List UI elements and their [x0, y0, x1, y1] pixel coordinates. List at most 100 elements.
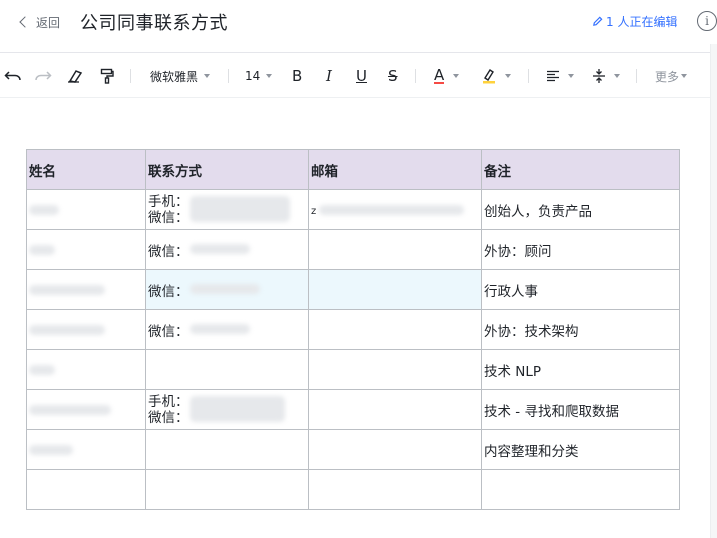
back-label: 返回	[36, 15, 61, 30]
undo-button[interactable]	[4, 53, 22, 99]
eraser-icon	[68, 70, 83, 83]
table-row: 手机： 微信： z 创始人，负责产品	[26, 189, 680, 230]
more-label: 更多	[655, 69, 680, 84]
chevron-down-icon	[681, 74, 688, 78]
header-name[interactable]: 姓名	[26, 149, 146, 190]
chevron-down-icon	[505, 74, 511, 78]
email-cell[interactable]	[308, 429, 482, 470]
toolbar-divider	[636, 69, 637, 83]
redacted-text	[29, 244, 55, 255]
contact-label: 微信：	[148, 283, 189, 300]
name-cell[interactable]	[26, 309, 146, 350]
name-cell[interactable]	[26, 349, 146, 390]
redacted-text	[29, 324, 105, 335]
font-size-value: 14	[245, 69, 261, 83]
toolbar-divider	[130, 69, 131, 83]
redo-button[interactable]	[34, 53, 52, 99]
name-cell[interactable]	[26, 469, 146, 510]
bold-label: B	[292, 67, 303, 85]
more-button[interactable]: 更多	[655, 53, 688, 99]
italic-label: I	[326, 67, 332, 85]
contact-cell[interactable]	[145, 349, 309, 390]
back-button[interactable]: 返回	[18, 12, 60, 32]
scrollbar[interactable]	[710, 44, 717, 538]
name-cell[interactable]	[26, 229, 146, 270]
font-family-value: 微软雅黑	[150, 69, 199, 84]
font-color-label: A	[434, 66, 445, 84]
font-family-select[interactable]: 微软雅黑	[150, 53, 211, 99]
chevron-down-icon	[568, 74, 574, 78]
contact-cell[interactable]: 微信：	[145, 229, 309, 270]
highlight-color-button[interactable]	[482, 53, 511, 99]
redacted-text	[29, 444, 73, 455]
header-email[interactable]: 邮箱	[308, 149, 482, 190]
font-color-button[interactable]: A	[434, 53, 460, 99]
document-title[interactable]: 公司同事联系方式	[80, 9, 228, 35]
toolbar-divider	[528, 69, 529, 83]
note-cell[interactable]: 创始人，负责产品	[481, 189, 680, 230]
email-cell[interactable]: z	[308, 189, 482, 230]
contacts-table: 姓名 联系方式 邮箱 备注 手机： 微信： z 创始人，负责产品 微信： 外协：…	[26, 149, 680, 510]
underline-button[interactable]: U	[356, 53, 367, 99]
contact-cell-selected[interactable]: 微信：	[145, 269, 309, 310]
email-cell[interactable]	[308, 389, 482, 430]
name-cell[interactable]	[26, 189, 146, 230]
format-painter-button[interactable]	[100, 53, 114, 99]
font-size-select[interactable]: 14	[245, 53, 273, 99]
header-contact[interactable]: 联系方式	[145, 149, 309, 190]
editing-status-text: 1 人正在编辑	[606, 15, 678, 29]
chevron-down-icon	[204, 74, 211, 78]
note-cell[interactable]: 技术 - 寻找和爬取数据	[481, 389, 680, 430]
contact-cell[interactable]	[145, 469, 309, 510]
align-icon	[547, 70, 559, 82]
table-row: 微信： 外协：技术架构	[26, 309, 680, 350]
table-row: 微信： 外协：顾问	[26, 229, 680, 270]
bold-button[interactable]: B	[292, 53, 302, 99]
line-spacing-button[interactable]	[592, 53, 620, 99]
email-cell[interactable]	[308, 309, 482, 350]
contact-cell[interactable]: 手机： 微信：	[145, 189, 309, 230]
underline-label: U	[356, 67, 367, 85]
email-cell[interactable]	[308, 469, 482, 510]
format-painter-icon	[100, 68, 114, 84]
redacted-text	[29, 364, 55, 375]
strikethrough-button[interactable]: S	[388, 53, 398, 99]
contact-label: 微信：	[148, 243, 189, 260]
name-cell[interactable]	[26, 389, 146, 430]
note-cell[interactable]: 内容整理和分类	[481, 429, 680, 470]
italic-button[interactable]: I	[326, 53, 332, 99]
redo-icon	[35, 71, 52, 81]
table-row: 微信： 行政人事	[26, 269, 680, 310]
note-cell[interactable]: 技术 NLP	[481, 349, 680, 390]
table-header-row: 姓名 联系方式 邮箱 备注	[26, 149, 680, 190]
chevron-down-icon	[453, 74, 460, 78]
redacted-text	[190, 324, 250, 334]
contact-cell[interactable]: 手机： 微信：	[145, 389, 309, 430]
redacted-text	[29, 404, 111, 415]
highlighter-icon	[483, 69, 495, 84]
header-note[interactable]: 备注	[481, 149, 680, 190]
editing-status[interactable]: 1 人正在编辑	[592, 13, 677, 30]
redacted-text	[29, 204, 59, 215]
align-button[interactable]	[546, 53, 574, 99]
chevron-left-icon	[19, 16, 31, 28]
redacted-text	[319, 204, 465, 215]
email-cell[interactable]	[308, 229, 482, 270]
email-cell-selected[interactable]	[308, 269, 482, 310]
contact-label: 微信：	[148, 323, 189, 340]
table-row: 手机： 微信： 技术 - 寻找和爬取数据	[26, 389, 680, 430]
clear-format-button[interactable]	[67, 53, 83, 99]
toolbar-divider	[228, 69, 229, 83]
table-row: 内容整理和分类	[26, 429, 680, 470]
note-cell[interactable]: 外协：技术架构	[481, 309, 680, 350]
name-cell[interactable]	[26, 269, 146, 310]
info-icon[interactable]: i	[697, 11, 717, 31]
note-cell[interactable]: 外协：顾问	[481, 229, 680, 270]
note-cell[interactable]	[481, 469, 680, 510]
undo-icon	[4, 71, 21, 81]
contact-cell[interactable]: 微信：	[145, 309, 309, 350]
contact-cell[interactable]	[145, 429, 309, 470]
note-cell[interactable]: 行政人事	[481, 269, 680, 310]
email-cell[interactable]	[308, 349, 482, 390]
name-cell[interactable]	[26, 429, 146, 470]
